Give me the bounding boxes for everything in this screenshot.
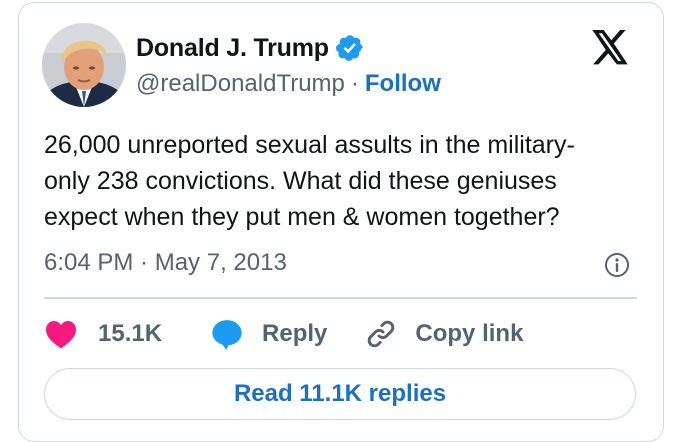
- author-handle[interactable]: @realDonaldTrump: [136, 70, 345, 97]
- author-display-name[interactable]: Donald J. Trump: [136, 34, 329, 63]
- tweet-actions: 15.1K Reply Copy link: [44, 312, 523, 356]
- tweet-text: 26,000 unreported sexual assults in the …: [44, 131, 575, 231]
- x-logo-icon[interactable]: [590, 30, 630, 66]
- avatar[interactable]: [42, 23, 126, 107]
- read-replies-label: Read 11.1K replies: [233, 380, 447, 407]
- speech-bubble-icon: [212, 320, 242, 350]
- author-handle-row: @realDonaldTrump · Follow: [136, 68, 441, 100]
- reply-button[interactable]: Reply: [210, 318, 327, 350]
- verified-badge-icon: [335, 33, 365, 63]
- reply-label: Reply: [262, 320, 328, 347]
- heart-icon: [46, 321, 76, 349]
- likes-count: 15.1K: [98, 320, 163, 347]
- info-icon[interactable]: [604, 252, 630, 278]
- like-button[interactable]: 15.1K: [44, 319, 162, 349]
- separator-dot: ·: [350, 70, 359, 97]
- author-name-row: Donald J. Trump: [136, 31, 365, 65]
- copy-link-button[interactable]: Copy link: [365, 318, 523, 350]
- divider: [44, 297, 637, 299]
- copy-link-label: Copy link: [415, 320, 524, 347]
- tweet-timestamp[interactable]: 6:04 PM · May 7, 2013: [44, 246, 287, 280]
- follow-button[interactable]: Follow: [365, 70, 441, 97]
- read-replies-button[interactable]: Read 11.1K replies: [44, 368, 636, 420]
- link-icon: [368, 320, 395, 348]
